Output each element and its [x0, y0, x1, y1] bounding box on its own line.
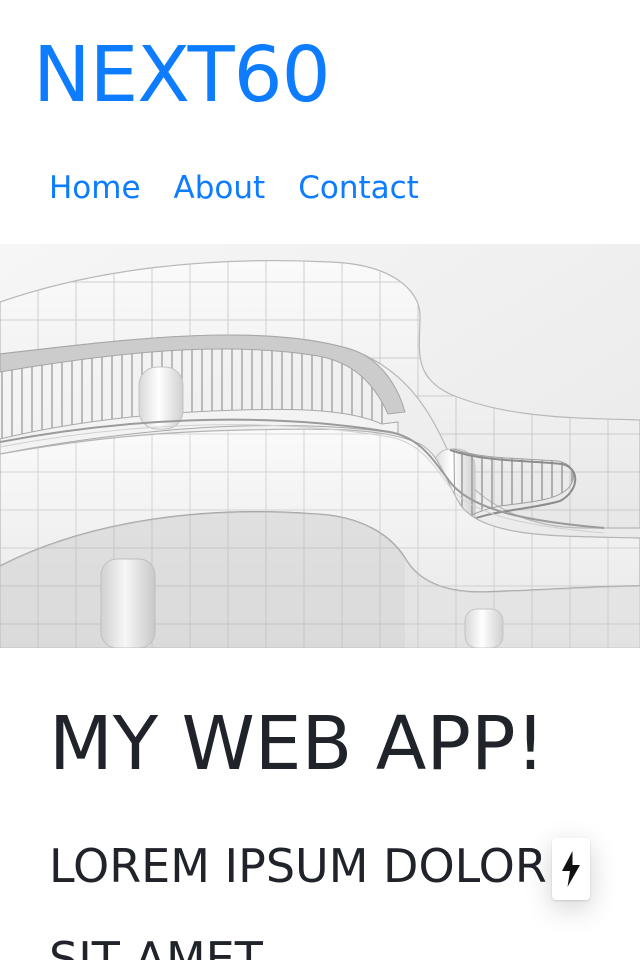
nav-about-link[interactable]: About [174, 167, 266, 209]
nav-home-link[interactable]: Home [49, 167, 141, 209]
hero-image [0, 244, 640, 648]
nav-contact-link[interactable]: Contact [298, 167, 419, 209]
lightning-action-button[interactable] [552, 838, 590, 900]
main-navigation: Home About Contact [49, 167, 419, 209]
page-heading: MY WEB APP! [49, 701, 546, 787]
lightning-bolt-icon [562, 851, 580, 887]
page-subheading: LOREM IPSUM DOLOR SIT AMET [49, 839, 547, 960]
brand-logo-link[interactable]: NEXT60 [33, 32, 331, 120]
page: NEXT60 Home About Contact MY WEB APP! LO… [0, 0, 640, 960]
modern-building-illustration [0, 244, 640, 648]
